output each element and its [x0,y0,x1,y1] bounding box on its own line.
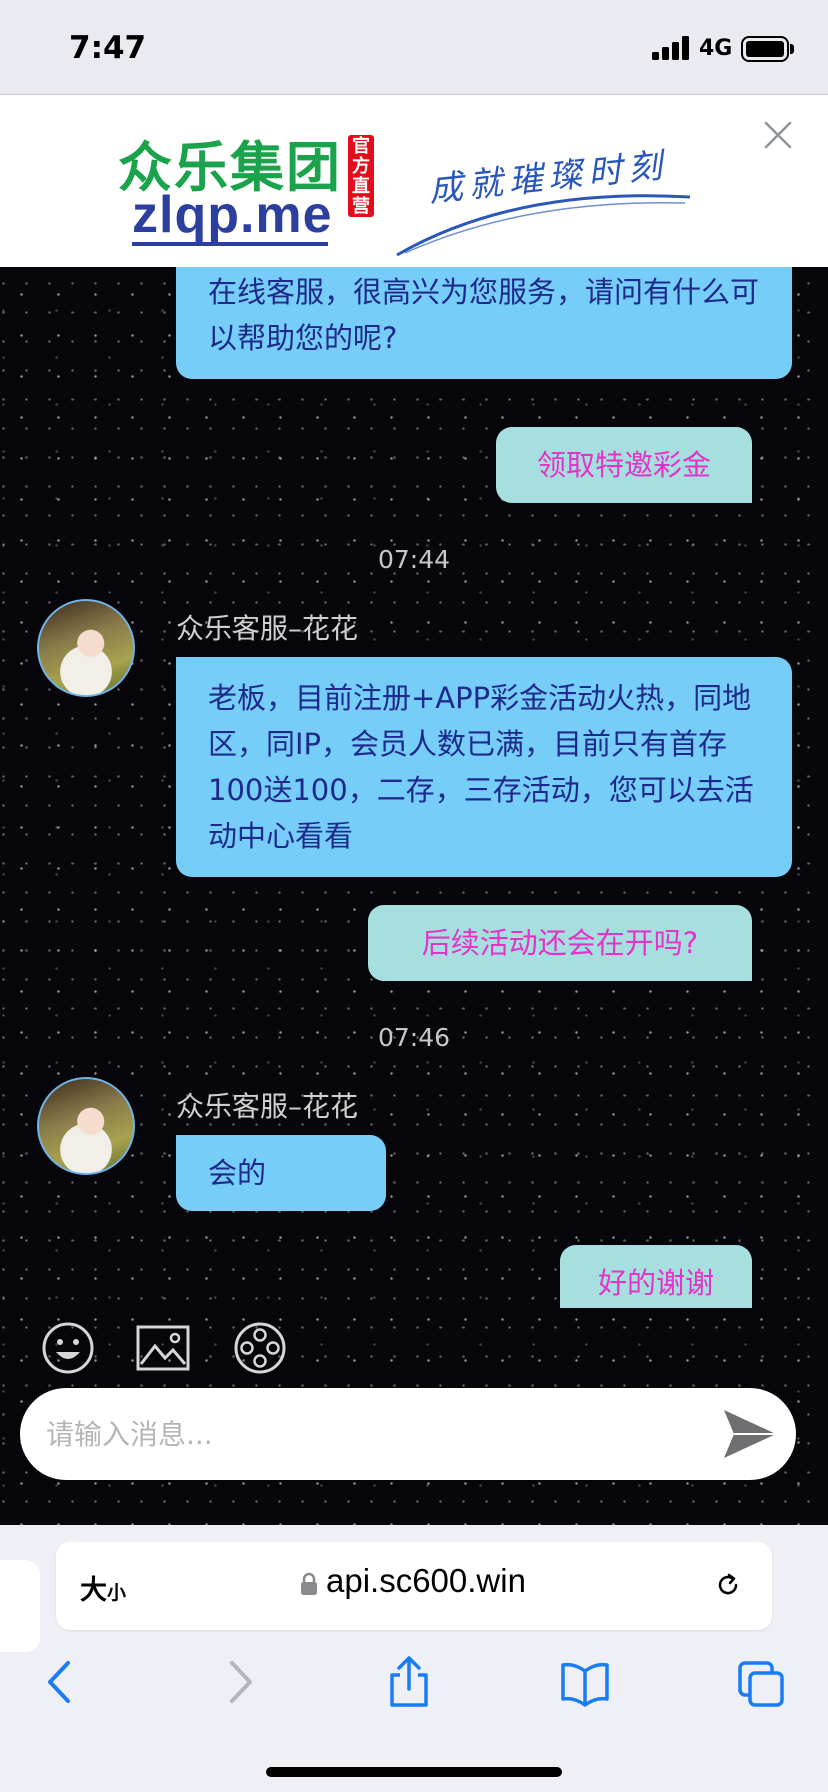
reload-icon[interactable] [713,1570,743,1600]
chat-timestamp: 07:46 [377,1023,451,1052]
status-bar: 7:47 4G [0,0,828,95]
official-badge-text: 官方直营 [352,136,370,217]
chat-bubble-agent: 会的 [176,1135,386,1211]
bookmarks-icon[interactable] [560,1655,610,1709]
signal-icon [652,36,692,60]
chat-area[interactable]: 在线客服，很高兴为您服务，请问有什么可以帮助您的呢? 领取特邀彩金 07:44 … [0,267,828,1525]
browser-bottom-bar: 大小 api.sc600.win [0,1525,828,1792]
agent-name: 众乐客服–花花 [176,1090,359,1123]
brand-underline [132,242,328,246]
chat-bubble-user: 领取特邀彩金 [496,427,752,503]
message-input[interactable] [46,1388,706,1480]
message-input-container [20,1388,796,1480]
tabs-icon[interactable] [736,1655,786,1709]
message-text: 好的谢谢 [597,1266,714,1300]
chat-bubble-user: 后续活动还会在开吗? [368,905,752,981]
agent-avatar[interactable] [37,1077,135,1175]
agent-avatar[interactable] [37,599,135,697]
chat-bubble-user: 好的谢谢 [560,1245,752,1308]
battery-icon [741,36,789,62]
image-icon[interactable] [135,1320,191,1376]
close-icon[interactable] [760,117,796,153]
chat-timestamp: 07:44 [377,545,451,574]
message-text: 在线客服，很高兴为您服务，请问有什么可以帮助您的呢? [208,275,760,355]
brand-domain: zlqp.me [132,186,333,244]
message-text: 老板，目前注册+APP彩金活动火热，同地区，同IP，会员人数已满，目前只有首存1… [208,681,754,853]
previous-tab-peek[interactable] [0,1560,40,1652]
text-size-button[interactable]: 大小 [80,1568,126,1607]
chat-bubble-agent: 老板，目前注册+APP彩金活动火热，同地区，同IP，会员人数已满，目前只有首存1… [176,657,792,877]
network-label: 4G [699,36,733,61]
agent-name: 众乐客服–花花 [176,612,359,645]
message-text: 后续活动还会在开吗? [421,926,699,960]
text-size-small: 小 [107,1582,127,1604]
address-bar[interactable]: 大小 api.sc600.win [56,1542,772,1630]
message-text: 会的 [208,1156,267,1190]
video-reel-icon[interactable] [232,1320,288,1376]
official-badge: 官方直营 [348,135,374,217]
chat-bubble-agent: 在线客服，很高兴为您服务，请问有什么可以帮助您的呢? [176,267,792,379]
url-text: api.sc600.win [326,1562,526,1599]
lock-icon [301,1572,317,1595]
forward-icon[interactable] [214,1655,264,1709]
ad-banner[interactable]: 众乐集团 官方直营 zlqp.me 成就璀璨时刻 [0,95,828,267]
send-icon[interactable] [720,1404,780,1464]
status-time: 7:47 [69,30,147,66]
home-indicator [266,1767,562,1777]
message-text: 领取特邀彩金 [536,448,711,482]
emoji-icon[interactable] [40,1320,96,1376]
text-size-big: 大 [80,1575,107,1606]
share-icon[interactable] [384,1655,434,1709]
back-icon[interactable] [36,1655,86,1709]
battery-cap [790,44,794,54]
